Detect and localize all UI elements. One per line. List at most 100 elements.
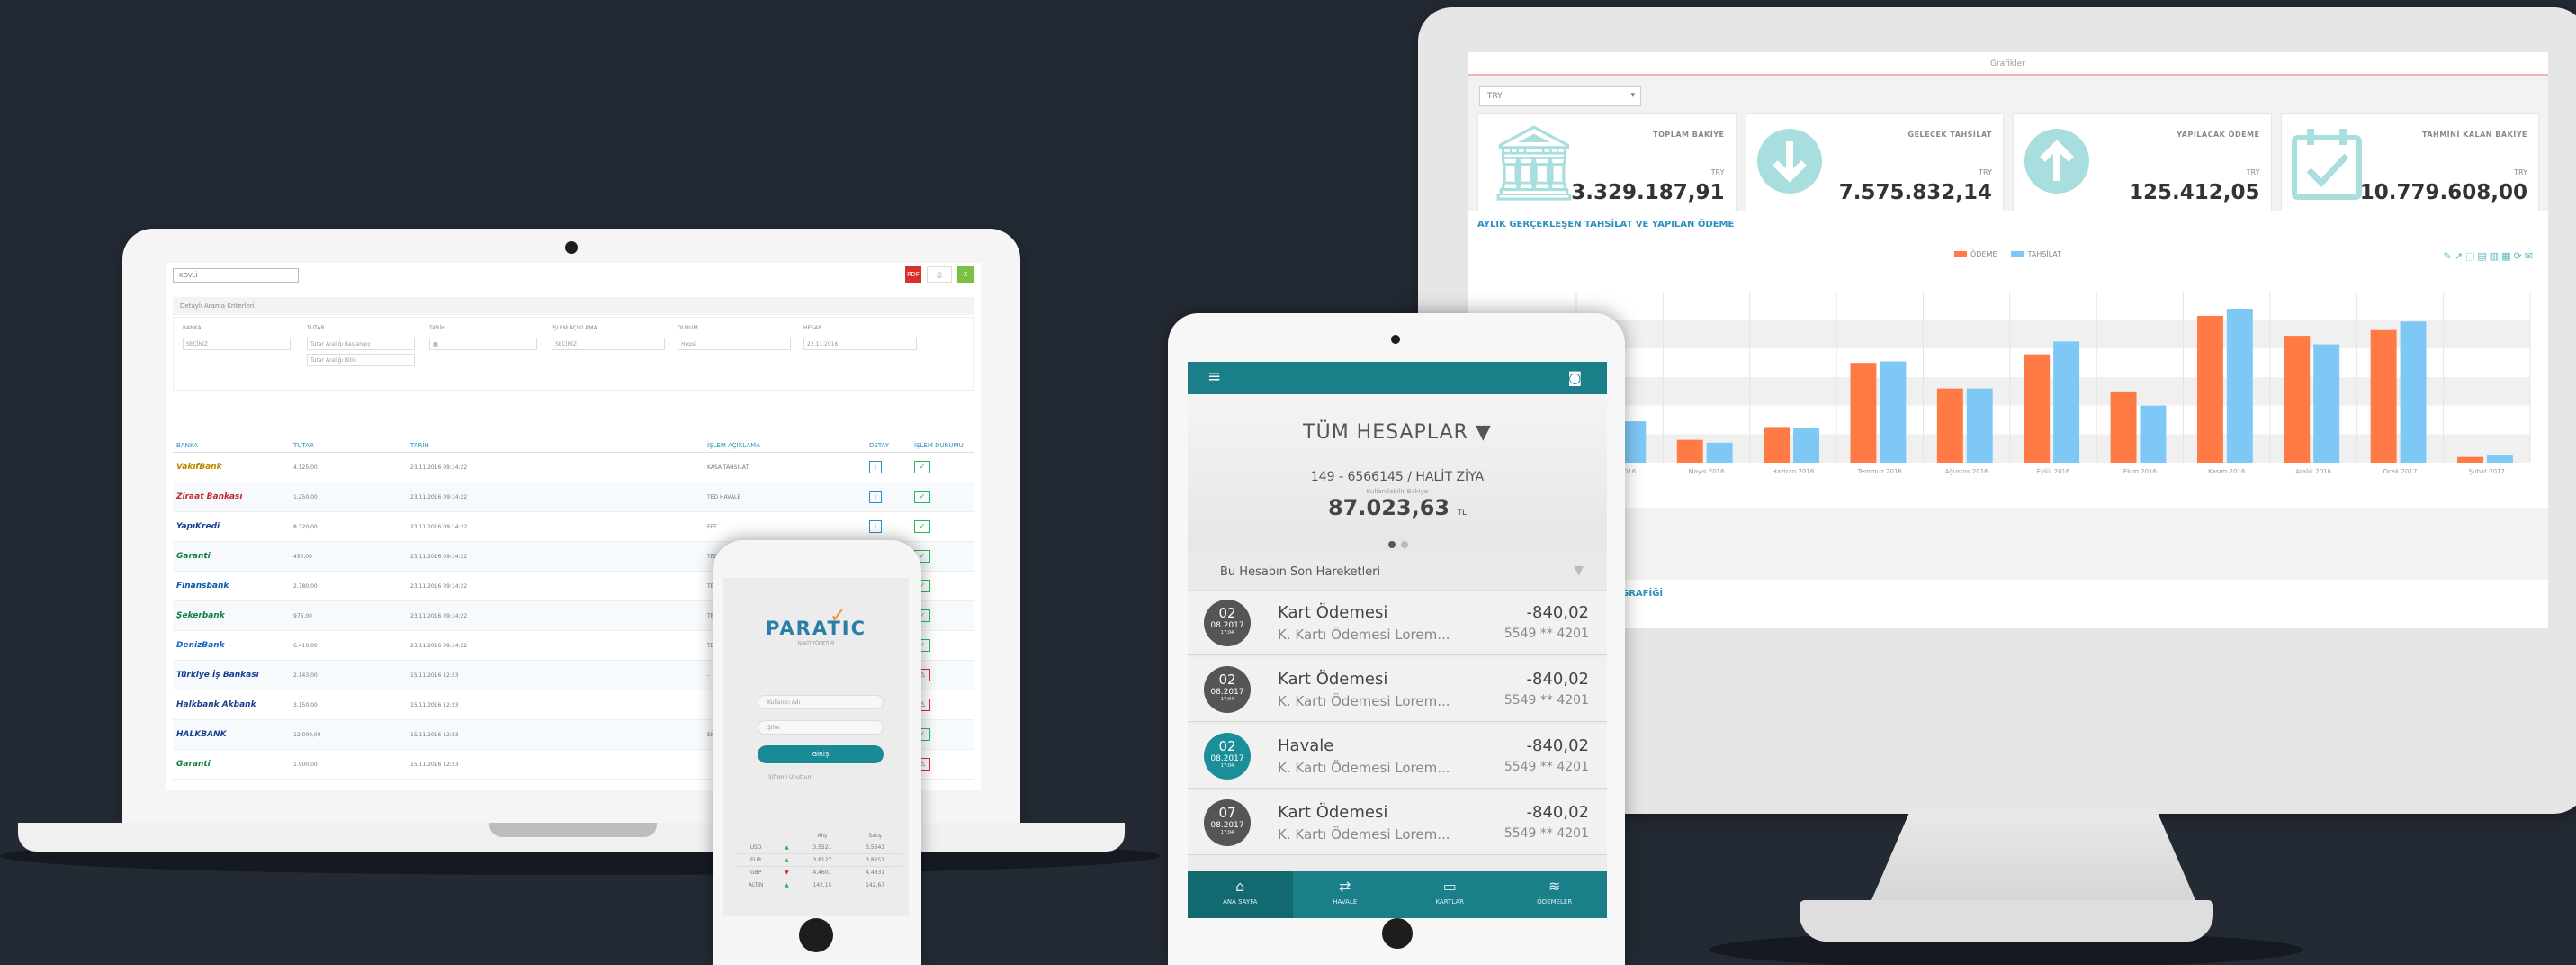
bar-series1[interactable] xyxy=(1676,439,1703,463)
fx-rates-table: Alış Satış USD ▲ 3,5521 3,5641 EUR ▲ 3,8127 3,8… xyxy=(734,830,902,891)
table-row[interactable]: Ziraat Bankası 1.250,00 23.11.2016 09:14:2… xyxy=(173,482,974,512)
bar-series1[interactable] xyxy=(1850,363,1877,463)
fx-sell: 3,5641 xyxy=(866,844,885,851)
filter-select[interactable]: KDVLİ xyxy=(173,268,299,283)
amount-cell: 3.150,00 xyxy=(290,690,407,720)
fx-currency: USD xyxy=(749,844,762,851)
balance-currency: TL xyxy=(1457,509,1467,518)
bar-series2[interactable] xyxy=(1966,388,1993,463)
nav-item-3[interactable]: ≋ ÖDEMELER xyxy=(1503,871,1608,918)
check-icon[interactable]: ✓ xyxy=(914,491,930,503)
bar-series1[interactable] xyxy=(2284,336,2311,463)
amount-end-input[interactable]: Tutar Aralığı Bitiş xyxy=(307,354,415,366)
col-header[interactable]: BANKA xyxy=(173,439,290,453)
col-header[interactable]: DETAY xyxy=(866,439,911,453)
bar-series1[interactable] xyxy=(1936,388,1963,463)
check-icon[interactable]: ✓ xyxy=(914,461,930,473)
password-input[interactable]: Şifre xyxy=(758,720,884,735)
transaction-card: 5549 ** 4201 xyxy=(1503,826,1589,841)
nav-label: KARTLAR xyxy=(1435,898,1465,906)
col-header[interactable]: İŞLEM AÇIKLAMA xyxy=(704,439,866,453)
app-header: ≡ ◙ xyxy=(1188,362,1607,394)
fx-row: GBP ▼ 4,4601 4,4831 xyxy=(734,866,902,879)
account-selector[interactable]: TÜM HESAPLAR ▼ xyxy=(1188,421,1607,444)
detail-icon[interactable]: i xyxy=(869,461,882,473)
pdf-icon[interactable]: PDF xyxy=(905,266,921,283)
date-cell: 23.11.2016 09:14:22 xyxy=(407,452,704,482)
excel-icon[interactable]: X xyxy=(957,266,974,283)
arrow-up-icon: ▲ xyxy=(785,844,789,851)
bank-select[interactable]: SEÇİNİZ xyxy=(183,338,291,350)
nav-item-0[interactable]: ⌂ ANA SAYFA xyxy=(1188,871,1293,918)
bar-series2[interactable] xyxy=(2486,455,2513,463)
bar-series1[interactable] xyxy=(2110,391,2137,463)
amount-start-input[interactable]: Tutar Aralığı Başlangıç xyxy=(307,338,415,350)
bank-icon: 🏛 xyxy=(1487,121,1582,206)
login-button[interactable]: GİRİŞ xyxy=(758,745,884,763)
dot-active[interactable] xyxy=(1388,541,1396,548)
bar-series2[interactable] xyxy=(1706,442,1733,463)
recent-transactions-header[interactable]: Bu Hesabın Son Hareketleri ▼ xyxy=(1188,551,1607,591)
bar-series2[interactable] xyxy=(2313,344,2340,463)
bar-series2[interactable] xyxy=(1793,428,1819,463)
transaction-item[interactable]: 07 08.2017 17:04 Kart Ödemesi K. Kartı Ödeme… xyxy=(1188,790,1607,855)
legend-item-series2[interactable]: TAHSİLAT xyxy=(2011,250,2061,258)
bar-series2[interactable] xyxy=(2140,405,2167,463)
bar-series2[interactable] xyxy=(2400,321,2427,463)
nav-item-1[interactable]: ⇄ HAVALE xyxy=(1293,871,1398,918)
x-tick-label: Eylül 2016 xyxy=(2037,468,2070,475)
bar-series2[interactable] xyxy=(2053,341,2080,463)
card-label: TAHMİNİ KALAN BAKİYE xyxy=(2422,131,2527,139)
check-icon[interactable]: ✓ xyxy=(914,520,930,533)
bar-series1[interactable] xyxy=(2024,354,2051,463)
export-icons: PDF ⎙ X xyxy=(905,266,974,283)
carousel-dots[interactable] xyxy=(1386,535,1411,552)
description-select[interactable]: SEÇİNİZ xyxy=(552,338,665,350)
bar-series1[interactable] xyxy=(2457,456,2483,463)
forgot-password-link[interactable]: Şifremi Unuttum xyxy=(768,774,812,780)
legend-item-series1[interactable]: ÖDEME xyxy=(1954,250,1997,258)
bar-series2[interactable] xyxy=(1880,361,1907,463)
card-value: 7.575.832,14 xyxy=(1838,181,1992,204)
col-header[interactable]: TARİH xyxy=(407,439,704,453)
status-select[interactable]: Hepsi xyxy=(678,338,791,350)
currency-select[interactable]: TRY xyxy=(1479,86,1641,106)
fx-sell: 4,4831 xyxy=(848,866,902,879)
tablet-home-button[interactable] xyxy=(1382,918,1413,949)
transaction-desc: K. Kartı Ödemesi Lorem... xyxy=(1278,826,1450,843)
bar-series1[interactable] xyxy=(2196,315,2223,463)
bar-series1[interactable] xyxy=(1764,427,1791,463)
col-header[interactable]: İŞLEM DURUMU xyxy=(911,439,974,453)
arrow-up-icon xyxy=(2023,127,2091,208)
detail-icon[interactable]: i xyxy=(869,520,882,533)
fx-currency: ALTIN xyxy=(734,879,778,891)
dashboard-header-text: Grafikler xyxy=(1990,59,2025,68)
phone-home-button[interactable] xyxy=(799,918,833,952)
detail-icon[interactable]: i xyxy=(869,491,882,503)
bank-cell: Şekerbank xyxy=(173,600,290,631)
chart-toolbar-icons[interactable]: ✎↗⬚▤▥▦⟳✉ xyxy=(2444,250,2536,262)
bar-series1[interactable] xyxy=(2370,329,2397,463)
fx-buy: 3,8127 xyxy=(795,853,849,867)
transaction-item[interactable]: 02 08.2017 17:04 Kart Ödemesi K. Kartı Ödeme… xyxy=(1188,657,1607,722)
chart-legend[interactable]: ÖDEME TAHSİLAT xyxy=(1954,250,2061,258)
transaction-item[interactable]: 02 08.2017 17:04 Havale K. Kartı Ödemesi Lor… xyxy=(1188,724,1607,789)
nav-item-2[interactable]: ▭ KARTLAR xyxy=(1397,871,1503,918)
table-row[interactable]: VakıfBank 4.125,00 23.11.2016 09:14:22 KASA… xyxy=(173,452,974,482)
print-icon[interactable]: ⎙ xyxy=(927,266,952,283)
x-tick-label: Kasım 2016 xyxy=(2208,468,2246,475)
dot[interactable] xyxy=(1401,541,1408,548)
col-header[interactable]: TUTAR xyxy=(290,439,407,453)
transaction-item[interactable]: 02 08.2017 17:04 Kart Ödemesi K. Kartı Ödeme… xyxy=(1188,591,1607,655)
account-input[interactable]: 22.11.2016 xyxy=(803,338,917,350)
username-input[interactable]: Kullanıcı Adı xyxy=(758,695,884,709)
bottom-navigation: ⌂ ANA SAYFA ⇄ HAVALE ▭ KARTLAR ≋ ÖDEMELER xyxy=(1188,871,1607,918)
arrow-down-icon xyxy=(1755,127,1824,208)
date-picker[interactable]: ▦ xyxy=(429,338,537,350)
status-cell: ✓ xyxy=(911,452,974,482)
dashboard-top-bar: Grafikler xyxy=(1468,52,2548,76)
hamburger-menu-icon[interactable]: ≡ xyxy=(1207,369,1221,385)
table-row[interactable]: YapıKredi 8.320,00 23.11.2016 09:14:22 EFT i… xyxy=(173,511,974,542)
bar-series2[interactable] xyxy=(2226,309,2253,463)
camera-icon[interactable]: ◙ xyxy=(1567,369,1582,386)
